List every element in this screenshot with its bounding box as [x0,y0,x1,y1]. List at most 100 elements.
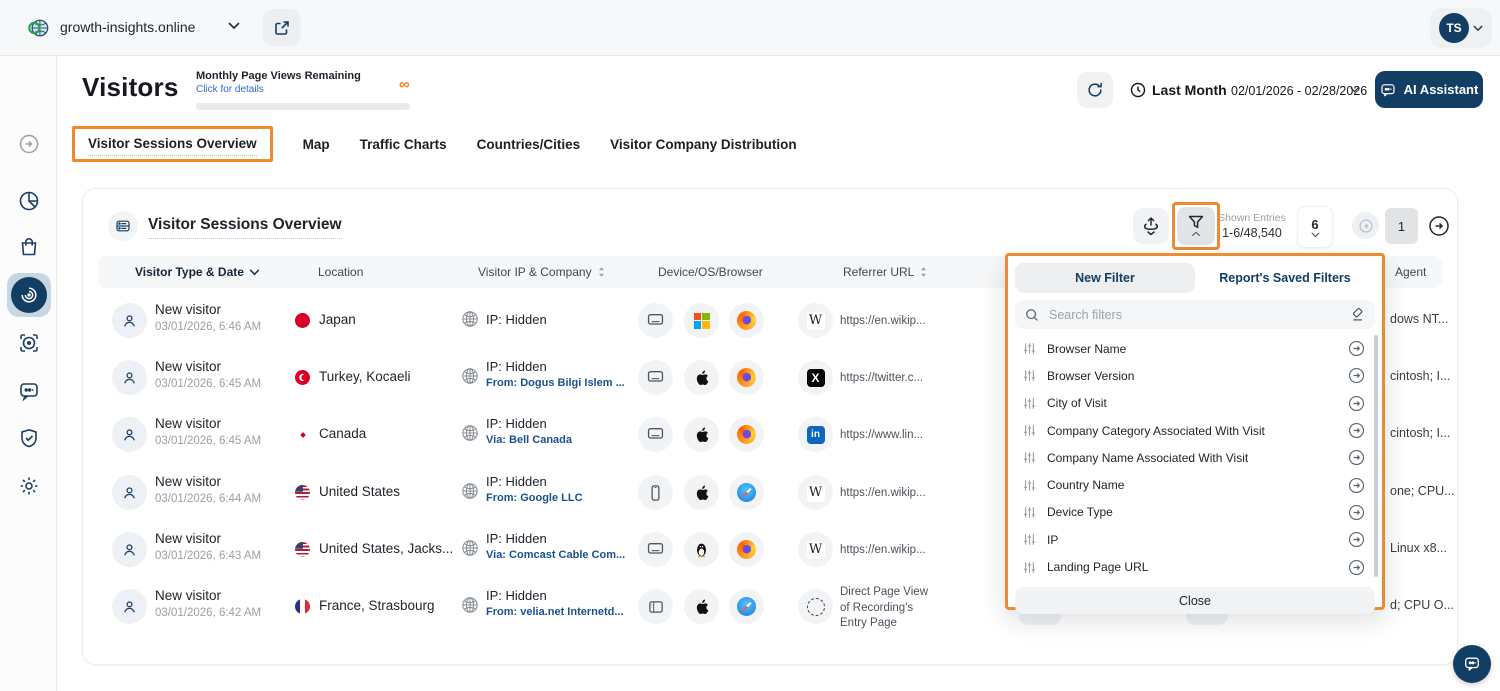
referrer-url[interactable]: https://twitter.c... [840,371,940,387]
previous-page-button[interactable] [1352,212,1379,239]
arrow-right-circle-icon[interactable] [1348,531,1365,548]
filter-option-browser-name[interactable]: Browser Name [1015,335,1371,362]
sidebar-item-privacy[interactable] [18,427,40,449]
linux-os-icon [684,532,719,567]
slider-icon [1023,451,1036,464]
firefox-browser-icon [729,417,764,452]
visitor-icon [112,360,147,395]
chevron-down-icon[interactable] [249,269,260,276]
date-range-chevron-icon[interactable] [1350,87,1359,93]
visit-datetime: 03/01/2026, 6:42 AM [155,607,261,619]
tab-traffic-charts[interactable]: Traffic Charts [360,137,447,152]
user-menu[interactable]: TS [1430,8,1492,48]
arrow-right-circle-icon[interactable] [1348,449,1365,466]
sort-icon[interactable] [919,266,928,278]
referrer-url[interactable]: https://www.lin... [840,428,940,444]
avatar[interactable]: TS [1439,13,1469,43]
shown-entries-label: Shown Entries [1218,212,1286,224]
tab-countries-cities[interactable]: Countries/Cities [477,137,581,152]
export-button[interactable] [1133,208,1169,244]
filter-option-label: Device Type [1047,505,1337,519]
sidebar-item-visitors[interactable] [11,277,47,313]
chat-icon [1463,655,1481,673]
site-selector-chevron-icon[interactable] [228,22,240,30]
agent-string: Linux x8... [1390,541,1447,555]
arrow-right-circle-icon[interactable] [1348,367,1365,384]
shown-entries: Shown Entries 1-6/48,540 [1218,212,1286,240]
refresh-button[interactable] [1077,72,1113,108]
shown-entries-value: 1-6/48,540 [1218,226,1286,240]
date-range-picker[interactable]: 02/01/2026 - 02/28/2026 [1231,84,1367,98]
period-label[interactable]: Last Month [1152,82,1227,98]
referrer-url[interactable]: https://en.wikip... [840,543,940,559]
filter-option-browser-version[interactable]: Browser Version [1015,362,1371,389]
tab-saved-filters[interactable]: Report's Saved Filters [1195,263,1375,293]
referrer-url[interactable]: https://en.wikip... [840,486,940,502]
tab-map[interactable]: Map [303,137,330,152]
filter-option-country-name[interactable]: Country Name [1015,471,1371,498]
referrer-url[interactable]: Direct Page View of Recording's Entry Pa… [840,585,940,632]
tab-new-filter[interactable]: New Filter [1015,263,1195,293]
apple-os-icon [684,417,719,452]
arrow-right-circle-icon[interactable] [1348,422,1365,439]
tab-visitor-company-distribution[interactable]: Visitor Company Distribution [610,137,797,152]
company-name[interactable]: Via: Bell Canada [486,434,572,446]
clear-search-icon[interactable] [1350,307,1365,322]
card-title: Visitor Sessions Overview [148,216,342,239]
column-header-visitor-type-date[interactable]: Visitor Type & Date [135,265,260,279]
visitor-icon [112,475,147,510]
close-filter-button[interactable]: Close [1015,587,1375,614]
arrow-right-circle-icon[interactable] [1348,477,1365,494]
globe-icon [461,424,479,442]
visitor-type: New visitor [155,531,221,546]
ip-status: IP: Hidden [486,416,547,431]
column-header-visitor-ip-company[interactable]: Visitor IP & Company [478,265,606,279]
sidebar-collapse-icon[interactable] [18,133,40,155]
arrow-right-circle-icon[interactable] [1348,340,1365,357]
filter-list-scrollbar[interactable] [1374,335,1378,577]
current-page-indicator[interactable]: 1 [1385,208,1418,244]
visit-datetime: 03/01/2026, 6:43 AM [155,550,261,562]
filter-option-ip[interactable]: IP [1015,526,1371,553]
next-page-button[interactable] [1425,212,1452,239]
filter-option-device-type[interactable]: Device Type [1015,499,1371,526]
referrer-url[interactable]: https://en.wikip... [840,314,940,330]
safari-browser-icon [729,589,764,624]
column-header-referrer-url[interactable]: Referrer URL [843,265,928,279]
site-selector-label[interactable]: growth-insights.online [60,19,195,35]
filter-option-company-name-associated-with-visit[interactable]: Company Name Associated With Visit [1015,444,1371,471]
tab-visitor-sessions-overview[interactable]: Visitor Sessions Overview [88,136,257,156]
filter-option-city-of-visit[interactable]: City of Visit [1015,390,1371,417]
sidebar-item-session-recordings[interactable] [18,332,40,354]
france-flag-icon [295,599,310,614]
open-website-button[interactable] [263,9,301,46]
arrow-right-circle-icon[interactable] [1348,504,1365,521]
column-header-agent: Agent [1395,265,1426,279]
sidebar-item-ecommerce[interactable] [18,236,40,258]
sidebar-item-dashboard[interactable] [18,190,40,212]
page-size-select[interactable]: 6 [1297,206,1333,248]
company-name[interactable]: Via: Comcast Cable Com... [486,549,625,561]
column-label: Referrer URL [843,265,914,279]
company-name[interactable]: From: Google LLC [486,492,583,504]
sidebar-item-settings[interactable] [18,475,40,497]
site-logo-icon [28,17,50,39]
company-name[interactable]: From: Dogus Bilgi Islem ... [486,377,625,389]
desktop-device-icon [638,360,673,395]
sort-icon[interactable] [597,266,606,278]
sidebar [0,56,57,691]
arrow-right-circle-icon[interactable] [1348,559,1365,576]
column-label: Device/OS/Browser [658,265,763,279]
company-name[interactable]: From: velia.net Internetd... [486,606,624,618]
firefox-browser-icon [729,360,764,395]
quota-details-link[interactable]: Click for details [196,84,264,95]
filter-option-landing-page-url[interactable]: Landing Page URL [1015,553,1371,580]
support-chat-button[interactable] [1453,645,1491,683]
visit-location: Turkey, Kocaeli [319,369,411,384]
search-filters-input[interactable] [1047,307,1342,323]
ai-assistant-button[interactable]: AI Assistant [1375,71,1483,108]
arrow-right-circle-icon[interactable] [1348,395,1365,412]
filter-option-company-category-associated-with-visit[interactable]: Company Category Associated With Visit [1015,417,1371,444]
filter-button[interactable] [1177,207,1215,245]
sidebar-item-feedback[interactable] [18,380,40,402]
